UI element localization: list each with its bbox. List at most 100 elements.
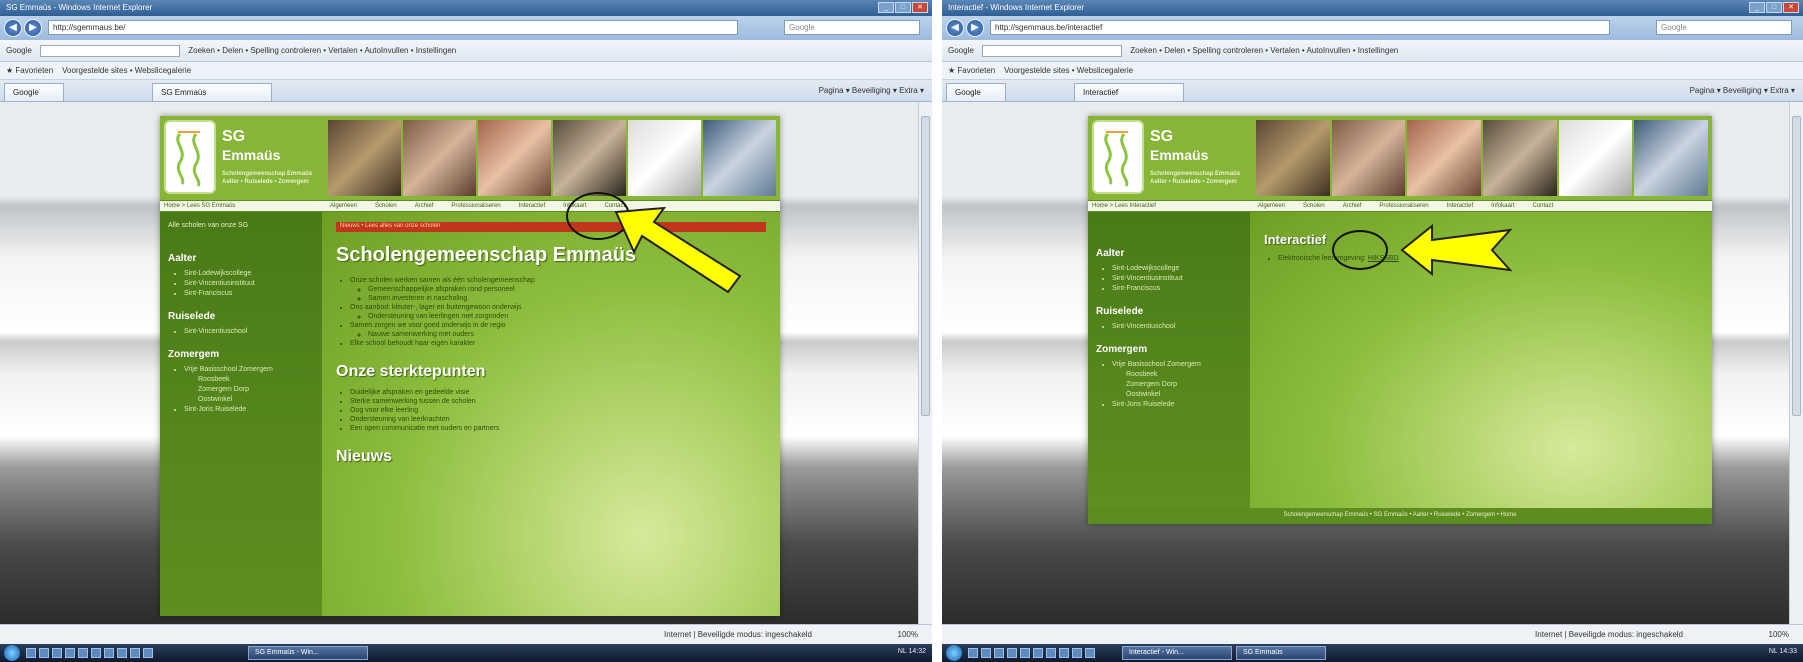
window-title: SG Emmaüs - Windows Internet Explorer: [6, 3, 153, 12]
quick-launch-icon[interactable]: [26, 648, 36, 658]
site-logo[interactable]: [164, 120, 216, 194]
sidebar-link[interactable]: Roosbeek: [1126, 371, 1242, 378]
sidebar-link[interactable]: Vrije Basisschool Zomergem: [184, 366, 314, 373]
breadcrumb[interactable]: Home > Lees Interactief: [1092, 203, 1156, 209]
favorites-label[interactable]: Favorieten: [15, 66, 53, 75]
quick-launch-icon[interactable]: [143, 648, 153, 658]
quick-launch-icon[interactable]: [65, 648, 75, 658]
sidebar-link[interactable]: Sint-Franciscus: [184, 290, 314, 297]
taskbar-window-button[interactable]: Interactief - Win...: [1122, 646, 1232, 660]
menu-item-professionaliseren[interactable]: Professionaliseren: [1379, 203, 1428, 209]
zoom-level[interactable]: 100%: [1769, 630, 1789, 639]
forward-icon[interactable]: ▶: [24, 19, 42, 37]
tab-active[interactable]: Interactief: [1074, 83, 1184, 101]
sidebar-link[interactable]: Sint-Lodewijkscollege: [184, 270, 314, 277]
sidebar-link[interactable]: Oostwinkel: [1126, 391, 1242, 398]
command-bar[interactable]: Pagina ▾ Beveiliging ▾ Extra ▾: [819, 86, 924, 95]
quick-launch-icon[interactable]: [1046, 648, 1056, 658]
sidebar-link[interactable]: Sint-Vincentiuschool: [184, 328, 314, 335]
favorites-items[interactable]: Voorgestelde sites • Webslicegalerie: [1004, 66, 1133, 75]
banner-photos: [328, 120, 776, 196]
sidebar-link[interactable]: Oostwinkel: [198, 396, 314, 403]
menu-item-contact[interactable]: Contact: [1532, 203, 1553, 209]
sidebar-link[interactable]: Vrije Basisschool Zomergem: [1112, 361, 1242, 368]
sidebar-link[interactable]: Zomergem Dorp: [1126, 381, 1242, 388]
taskbar-window-button[interactable]: SG Emmaüs: [1236, 646, 1326, 660]
menu-item-archief[interactable]: Archief: [415, 203, 434, 209]
quick-launch-icon[interactable]: [104, 648, 114, 658]
scroll-thumb[interactable]: [921, 116, 930, 416]
google-search-input[interactable]: [982, 45, 1123, 57]
sidebar-link[interactable]: Roosbeek: [198, 376, 314, 383]
banner-photos: [1256, 120, 1709, 196]
quick-launch-icon[interactable]: [52, 648, 62, 658]
vertical-scrollbar[interactable]: [918, 102, 932, 624]
sidebar-link[interactable]: Zomergem Dorp: [198, 386, 314, 393]
sidebar-link[interactable]: Sint-Vincentiuschool: [1112, 323, 1242, 330]
quick-launch-icon[interactable]: [117, 648, 127, 658]
quick-launch-icon[interactable]: [1033, 648, 1043, 658]
back-icon[interactable]: ◀: [4, 19, 22, 37]
menu-item-interactief[interactable]: Interactief: [519, 203, 545, 209]
back-icon[interactable]: ◀: [946, 19, 964, 37]
site-logo[interactable]: [1092, 120, 1144, 194]
start-button-icon[interactable]: [946, 645, 962, 661]
sidebar-top-link[interactable]: Alle scholen van onze SG: [168, 222, 314, 229]
close-icon[interactable]: ✕: [912, 2, 928, 13]
forward-icon[interactable]: ▶: [966, 19, 984, 37]
menu-item-scholen[interactable]: Scholen: [375, 203, 397, 209]
vertical-scrollbar[interactable]: [1789, 102, 1803, 624]
sidebar-link[interactable]: Sint-Joris Ruiselede: [1112, 401, 1242, 408]
menu-item-algemeen[interactable]: Algemeen: [1258, 203, 1285, 209]
quick-launch-icon[interactable]: [1072, 648, 1082, 658]
favorites-star-icon[interactable]: ★: [6, 66, 15, 75]
search-box[interactable]: Google: [1656, 20, 1792, 35]
quick-launch-icon[interactable]: [91, 648, 101, 658]
quick-launch-icon[interactable]: [1007, 648, 1017, 658]
taskbar-window-button[interactable]: SG Emmaüs - Win...: [248, 646, 368, 660]
menu-item-infokaart[interactable]: Infokaart: [1491, 203, 1514, 209]
yellow-arrow-icon: [614, 206, 742, 294]
command-bar[interactable]: Pagina ▾ Beveiliging ▾ Extra ▾: [1690, 86, 1795, 95]
google-toolbar-items[interactable]: Zoeken • Delen • Spelling controleren • …: [188, 46, 456, 55]
maximize-icon[interactable]: □: [1766, 2, 1782, 13]
favorites-items[interactable]: Voorgestelde sites • Webslicegalerie: [62, 66, 191, 75]
menu-item-archief[interactable]: Archief: [1343, 203, 1362, 209]
google-toolbar-items[interactable]: Zoeken • Delen • Spelling controleren • …: [1130, 46, 1398, 55]
menu-item-algemeen[interactable]: Algemeen: [330, 203, 357, 209]
sidebar-link[interactable]: Sint-Vincentiusinstituut: [1112, 275, 1242, 282]
tab-google[interactable]: Google: [946, 83, 1006, 101]
quick-launch-icon[interactable]: [1020, 648, 1030, 658]
quick-launch-icon[interactable]: [1085, 648, 1095, 658]
minimize-icon[interactable]: _: [1749, 2, 1765, 13]
quick-launch-icon[interactable]: [39, 648, 49, 658]
favorites-star-icon[interactable]: ★: [948, 66, 957, 75]
breadcrumb[interactable]: Home > Lees SG Emmaüs: [164, 203, 236, 209]
quick-launch-icon[interactable]: [78, 648, 88, 658]
sidebar-link[interactable]: Sint-Vincentiusinstituut: [184, 280, 314, 287]
start-button-icon[interactable]: [4, 645, 20, 661]
minimize-icon[interactable]: _: [878, 2, 894, 13]
tab-google[interactable]: Google: [4, 83, 64, 101]
menu-item-scholen[interactable]: Scholen: [1303, 203, 1325, 209]
search-box[interactable]: Google: [784, 20, 920, 35]
google-search-input[interactable]: [40, 45, 181, 57]
sidebar-link[interactable]: Sint-Joris Ruiselede: [184, 406, 314, 413]
menu-item-professionaliseren[interactable]: Professionaliseren: [451, 203, 500, 209]
sidebar-link[interactable]: Sint-Lodewijkscollege: [1112, 265, 1242, 272]
address-bar[interactable]: http://sgemmaus.be/interactief: [990, 20, 1610, 35]
scroll-thumb[interactable]: [1792, 116, 1801, 416]
quick-launch-icon[interactable]: [968, 648, 978, 658]
quick-launch-icon[interactable]: [994, 648, 1004, 658]
zoom-level[interactable]: 100%: [898, 630, 918, 639]
menu-item-interactief[interactable]: Interactief: [1447, 203, 1473, 209]
favorites-label[interactable]: Favorieten: [957, 66, 995, 75]
quick-launch-icon[interactable]: [130, 648, 140, 658]
quick-launch-icon[interactable]: [981, 648, 991, 658]
maximize-icon[interactable]: □: [895, 2, 911, 13]
sidebar-link[interactable]: Sint-Franciscus: [1112, 285, 1242, 292]
address-bar[interactable]: http://sgemmaus.be/: [48, 20, 738, 35]
close-icon[interactable]: ✕: [1783, 2, 1799, 13]
tab-active[interactable]: SG Emmaüs: [152, 83, 272, 101]
quick-launch-icon[interactable]: [1059, 648, 1069, 658]
